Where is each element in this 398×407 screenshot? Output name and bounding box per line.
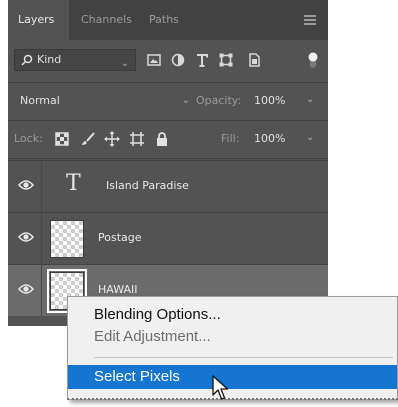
divider [41,161,42,213]
menu-item-edit-adjustment: Edit Adjustment... [94,328,211,345]
menu-divider [94,357,393,358]
filter-toggle-icon[interactable] [308,52,318,68]
type-layer-filter-icon[interactable] [194,52,210,68]
chevron-down-icon: ⌄ [181,95,190,106]
layer-thumbnail[interactable] [50,220,84,258]
layer-name: HAWAII [98,283,138,296]
adjustment-layer-filter-icon[interactable] [170,52,186,68]
panel-menu-icon[interactable] [304,15,316,25]
chevron-down-icon[interactable]: ⌄ [306,94,314,105]
menu-item-select-pixels[interactable]: Select Pixels [68,365,397,389]
divider [8,82,328,83]
tab-layers[interactable]: Layers [8,0,69,40]
layers-panel: Layers Channels Paths Kind ⌄ Normal ⌄ Op… [8,0,328,326]
shape-layer-filter-icon[interactable] [218,52,234,68]
search-icon [21,54,33,66]
pixel-layer-filter-icon[interactable] [146,52,162,68]
artboard-icon[interactable] [129,131,145,147]
tab-channels[interactable]: Channels [81,0,132,40]
filter-kind-label: Kind [37,53,62,66]
divider [41,213,42,265]
eye-icon[interactable] [18,179,34,191]
chevron-down-icon: ⌄ [120,58,129,69]
brush-icon[interactable] [80,131,96,147]
menu-item-blending-options[interactable]: Blending Options... [68,303,397,327]
lock-label: Lock: [14,132,43,145]
blend-mode-value: Normal [20,94,60,107]
blend-mode-select[interactable]: Normal ⌄ [14,90,194,112]
divider [8,120,328,121]
lock-row: Lock: Fill: 100% ⌄ [8,124,328,154]
layer-name: Postage [98,231,142,244]
move-icon[interactable] [104,131,120,147]
layer-row[interactable]: T Island Paradise [8,160,328,213]
mouse-cursor-icon [212,375,229,400]
opacity-label: Opacity: [196,94,242,107]
layer-name: Island Paradise [106,179,189,192]
eye-icon[interactable] [18,231,34,243]
tab-paths[interactable]: Paths [149,0,179,40]
eye-icon[interactable] [18,283,34,295]
layer-row[interactable]: Postage [8,212,328,265]
smart-object-filter-icon[interactable] [246,52,262,68]
fill-label: Fill: [221,132,240,145]
divider [8,158,328,159]
lock-transparent-pixels-icon[interactable] [54,131,70,147]
opacity-input[interactable]: 100% [254,94,285,107]
divider [41,265,42,317]
lock-icon[interactable] [154,131,170,147]
filter-kind-select[interactable]: Kind ⌄ [14,49,136,71]
crop-edge [67,398,398,400]
filter-row: Kind ⌄ [8,46,328,76]
fill-input[interactable]: 100% [254,132,285,145]
blend-row: Normal ⌄ Opacity: 100% ⌄ [8,86,328,116]
context-menu: Blending Options... Edit Adjustment... S… [67,296,398,400]
type-layer-icon: T [66,171,81,196]
panel-tab-bar: Layers Channels Paths [8,0,328,40]
chevron-down-icon[interactable]: ⌄ [306,132,314,143]
